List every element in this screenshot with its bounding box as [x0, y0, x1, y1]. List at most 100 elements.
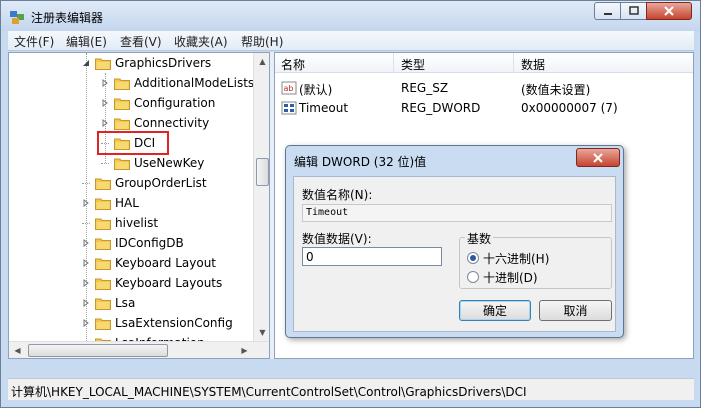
radio-decimal[interactable]: 十进制(D)	[467, 269, 538, 285]
tree-item[interactable]: GraphicsDrivers	[81, 53, 211, 73]
collapsed-triangle-icon[interactable]	[81, 198, 91, 208]
title-bar[interactable]: 注册表编辑器	[1, 1, 700, 31]
scrollbar-thumb[interactable]	[28, 344, 168, 357]
tree-item[interactable]: AdditionalModeLists	[100, 73, 254, 93]
collapsed-triangle-icon[interactable]	[81, 278, 91, 288]
registry-editor-window: 注册表编辑器 文件(F) 编辑(E) 查看(V) 收藏夹(A) 帮助(H) Gr…	[0, 0, 701, 408]
dword-value-icon	[281, 101, 297, 115]
folder-icon	[95, 237, 111, 250]
close-button[interactable]	[646, 2, 692, 20]
menu-view[interactable]: 查看(V)	[120, 33, 162, 50]
value-name: Timeout	[299, 101, 349, 115]
registry-tree[interactable]: GraphicsDrivers AdditionalModeLists Config…	[8, 52, 270, 359]
dialog-close-button[interactable]	[576, 148, 620, 167]
ok-button[interactable]: 确定	[459, 300, 531, 321]
radio-hex-button[interactable]	[467, 252, 479, 264]
edit-dword-dialog: 编辑 DWORD (32 位)值 数值名称(N): Timeout 数值数据(V…	[285, 145, 624, 338]
tree-item[interactable]: IDConfigDB	[81, 233, 184, 253]
tree-leaf-connector	[81, 218, 91, 228]
menu-help[interactable]: 帮助(H)	[241, 33, 283, 50]
folder-icon	[95, 197, 111, 210]
minimize-button[interactable]	[594, 2, 621, 20]
status-path: 计算机\HKEY_LOCAL_MACHINE\SYSTEM\CurrentCon…	[11, 385, 527, 399]
value-type: REG_SZ	[401, 81, 449, 95]
column-name[interactable]: 名称	[281, 56, 305, 73]
tree-item[interactable]: Lsa	[81, 293, 135, 313]
folder-icon	[95, 297, 111, 310]
tree-leaf-connector	[100, 158, 110, 168]
tree-item-label: Connectivity	[134, 116, 210, 130]
tree-leaf-connector	[81, 178, 91, 188]
scroll-left-arrow-icon[interactable]: ◀	[9, 342, 26, 358]
tree-item[interactable]: Connectivity	[100, 113, 209, 133]
tree-item-label: HAL	[115, 196, 139, 210]
menu-bar: 文件(F) 编辑(E) 查看(V) 收藏夹(A) 帮助(H)	[8, 31, 694, 51]
collapsed-triangle-icon[interactable]	[81, 298, 91, 308]
value-name: (默认)	[299, 83, 333, 97]
scroll-down-arrow-icon[interactable]: ▼	[254, 324, 269, 341]
radio-decimal-label: 十进制(D)	[483, 270, 538, 285]
dialog-title: 编辑 DWORD (32 位)值	[294, 155, 427, 169]
status-bar: 计算机\HKEY_LOCAL_MACHINE\SYSTEM\CurrentCon…	[8, 378, 694, 400]
tree-item-label: Configuration	[134, 96, 216, 110]
column-type[interactable]: 类型	[401, 56, 425, 73]
folder-icon	[114, 117, 130, 130]
tree-item-label: LsaExtensionConfig	[115, 316, 233, 330]
value-data-label: 数值数据(V):	[302, 232, 372, 246]
tree-item[interactable]: LsaExtensionConfig	[81, 313, 233, 333]
radio-hex[interactable]: 十六进制(H)	[467, 250, 549, 266]
base-group-title: 基数	[465, 230, 494, 247]
value-data-input[interactable]	[302, 247, 442, 266]
tree-item-label: Lsa	[115, 296, 136, 310]
maximize-button[interactable]	[620, 2, 647, 20]
collapsed-triangle-icon[interactable]	[100, 118, 110, 128]
folder-icon	[95, 217, 111, 230]
column-separator[interactable]	[393, 53, 394, 73]
tree-item-label: Keyboard Layout	[115, 256, 217, 270]
list-item[interactable]: Timeout REG_DWORD 0x00000007 (7)	[275, 98, 693, 118]
tree-item-label: IDConfigDB	[115, 236, 184, 250]
tree-item[interactable]: Configuration	[100, 93, 215, 113]
menu-favorites[interactable]: 收藏夹(A)	[174, 33, 228, 50]
menu-file[interactable]: 文件(F)	[14, 33, 54, 50]
tree-item[interactable]: UseNewKey	[100, 153, 204, 173]
column-separator[interactable]	[513, 53, 514, 73]
tree-item-label: GraphicsDrivers	[115, 56, 212, 70]
cancel-button[interactable]: 取消	[539, 300, 612, 321]
folder-icon	[95, 177, 111, 190]
scroll-right-arrow-icon[interactable]: ▶	[236, 342, 253, 358]
radio-hex-label: 十六进制(H)	[483, 251, 550, 266]
tree-horizontal-scrollbar[interactable]: ◀ ▶	[9, 341, 269, 358]
dialog-body: 数值名称(N): Timeout 数值数据(V): 基数 十六进制(H) 十进制…	[293, 176, 616, 332]
close-icon	[664, 6, 674, 16]
collapsed-triangle-icon[interactable]	[81, 318, 91, 328]
scroll-up-arrow-icon[interactable]: ▲	[254, 53, 269, 70]
scrollbar-thumb[interactable]	[256, 158, 269, 186]
expanded-triangle-icon[interactable]	[81, 58, 91, 68]
tree-item[interactable]: Keyboard Layout	[81, 253, 216, 273]
tree-item[interactable]: Keyboard Layouts	[81, 273, 222, 293]
string-value-icon: ab	[281, 81, 297, 95]
value-data: 0x00000007 (7)	[521, 101, 618, 115]
radio-decimal-button[interactable]	[467, 271, 479, 283]
folder-icon	[95, 317, 111, 330]
highlight-annotation	[97, 131, 169, 155]
collapsed-triangle-icon[interactable]	[81, 238, 91, 248]
collapsed-triangle-icon[interactable]	[100, 78, 110, 88]
maximize-icon	[628, 6, 639, 15]
column-data[interactable]: 数据	[521, 56, 545, 73]
window-title: 注册表编辑器	[31, 11, 104, 25]
collapsed-triangle-icon[interactable]	[100, 98, 110, 108]
tree-item[interactable]: HAL	[81, 193, 139, 213]
list-item[interactable]: ab (默认) REG_SZ (数值未设置)	[275, 78, 693, 98]
tree-item-label: AdditionalModeLists	[134, 76, 255, 90]
menu-edit[interactable]: 编辑(E)	[66, 33, 107, 50]
tree-item[interactable]: GroupOrderList	[81, 173, 207, 193]
tree-item[interactable]: hivelist	[81, 213, 158, 233]
collapsed-triangle-icon[interactable]	[81, 258, 91, 268]
value-type: REG_DWORD	[401, 101, 481, 115]
tree-item-label: Keyboard Layouts	[115, 276, 223, 290]
folder-icon	[114, 77, 130, 90]
tree-vertical-scrollbar[interactable]: ▲ ▼	[253, 53, 269, 341]
regedit-icon	[10, 11, 24, 24]
